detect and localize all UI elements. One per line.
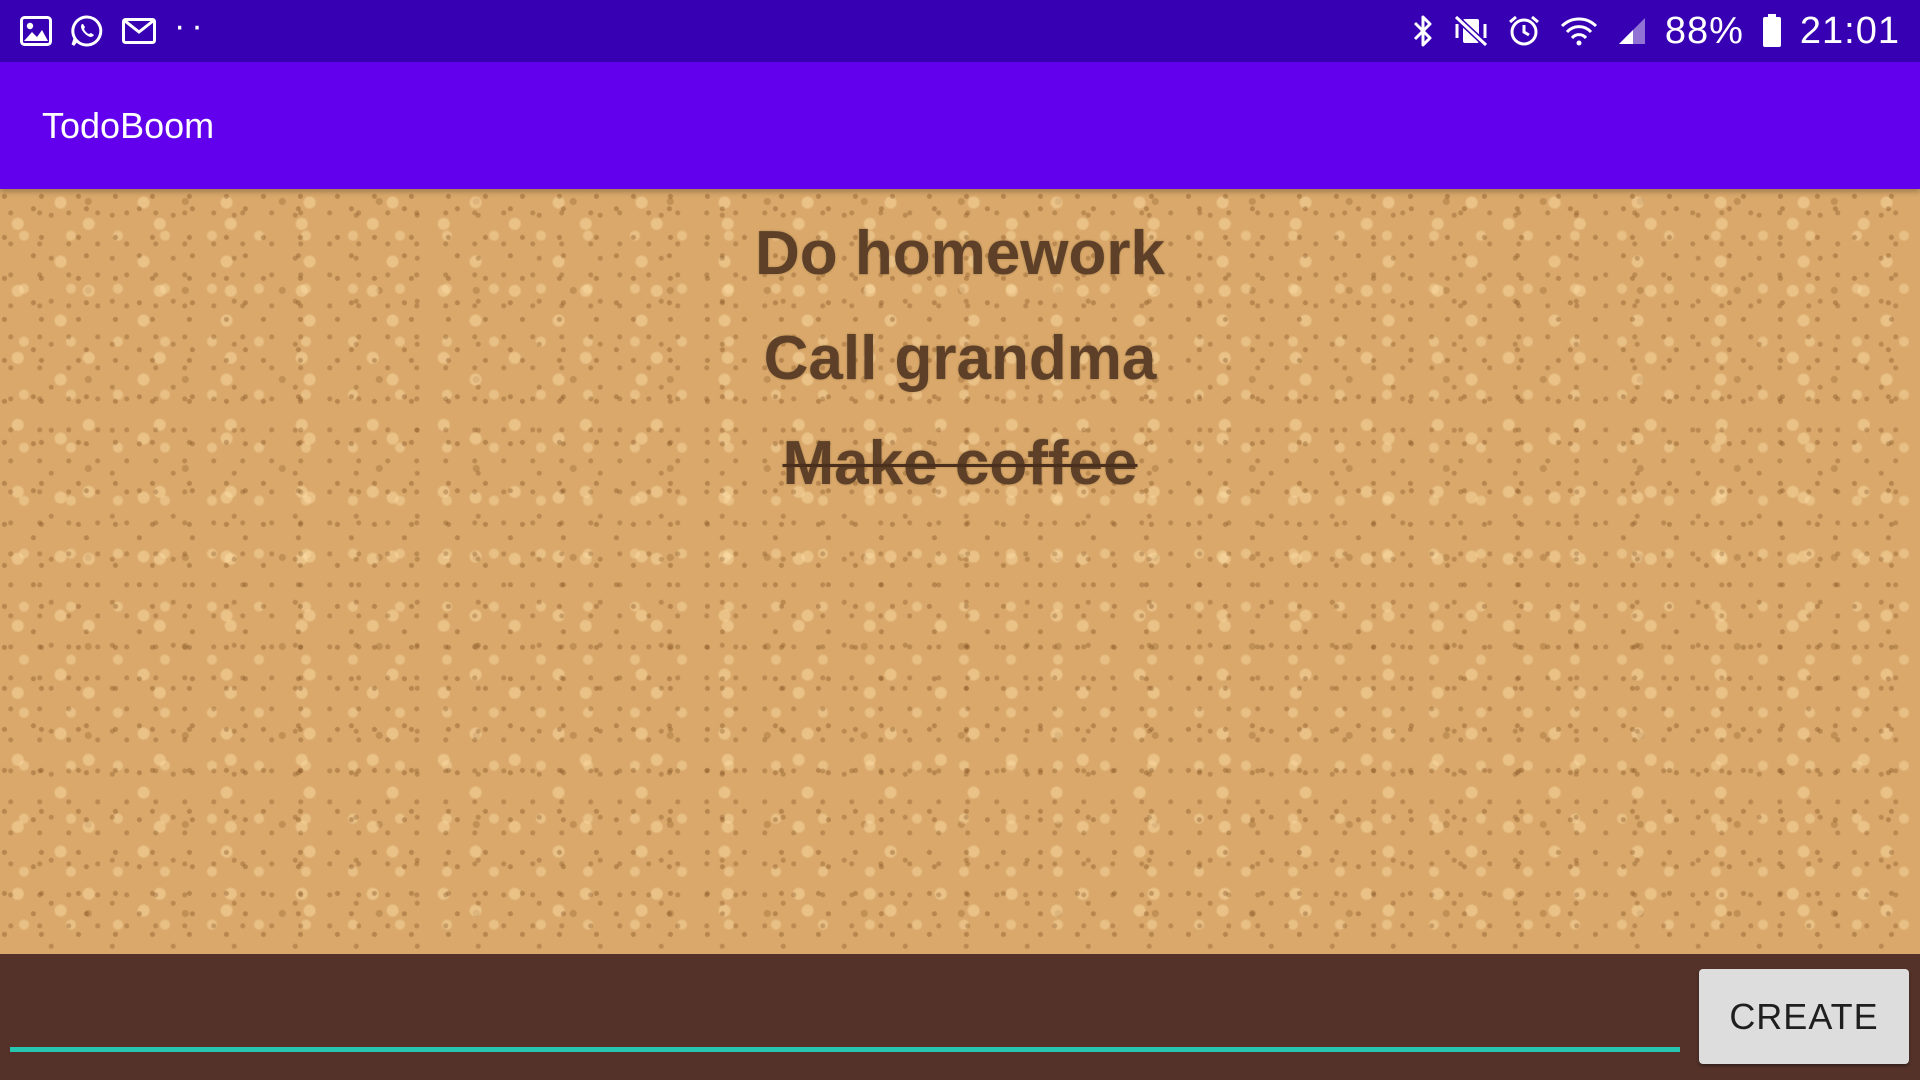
bluetooth-icon	[1411, 14, 1435, 48]
more-notifications-icon: ··	[174, 7, 209, 45]
status-bar-system: 88% 21:01	[1411, 10, 1900, 53]
whatsapp-icon	[70, 14, 104, 48]
todo-item[interactable]: Call grandma	[0, 306, 1920, 411]
todo-list: Do homework Call grandma Make coffee	[0, 201, 1920, 516]
gallery-icon	[20, 16, 52, 46]
cellular-signal-icon	[1617, 16, 1647, 46]
new-todo-bar: CREATE	[0, 954, 1920, 1080]
alarm-icon	[1507, 14, 1541, 48]
todo-item[interactable]: Do homework	[0, 201, 1920, 306]
gmail-icon	[122, 18, 156, 44]
status-bar-notifications: ··	[20, 9, 209, 48]
clock: 21:01	[1799, 9, 1900, 52]
app-title: TodoBoom	[42, 104, 215, 146]
app-screen: ·· 88% 21:01 TodoBoom Do homework Call g…	[0, 0, 1920, 1080]
vibrate-mute-icon	[1453, 14, 1489, 48]
create-button[interactable]: CREATE	[1699, 969, 1909, 1064]
app-bar: TodoBoom	[0, 62, 1920, 189]
battery-icon	[1762, 14, 1782, 48]
todo-item[interactable]: Make coffee	[0, 411, 1920, 516]
status-bar: ·· 88% 21:01	[0, 0, 1920, 62]
new-todo-input[interactable]	[10, 968, 1680, 1052]
wifi-icon	[1559, 15, 1599, 47]
battery-percent: 88%	[1664, 9, 1744, 52]
todo-board: Do homework Call grandma Make coffee	[0, 189, 1920, 954]
